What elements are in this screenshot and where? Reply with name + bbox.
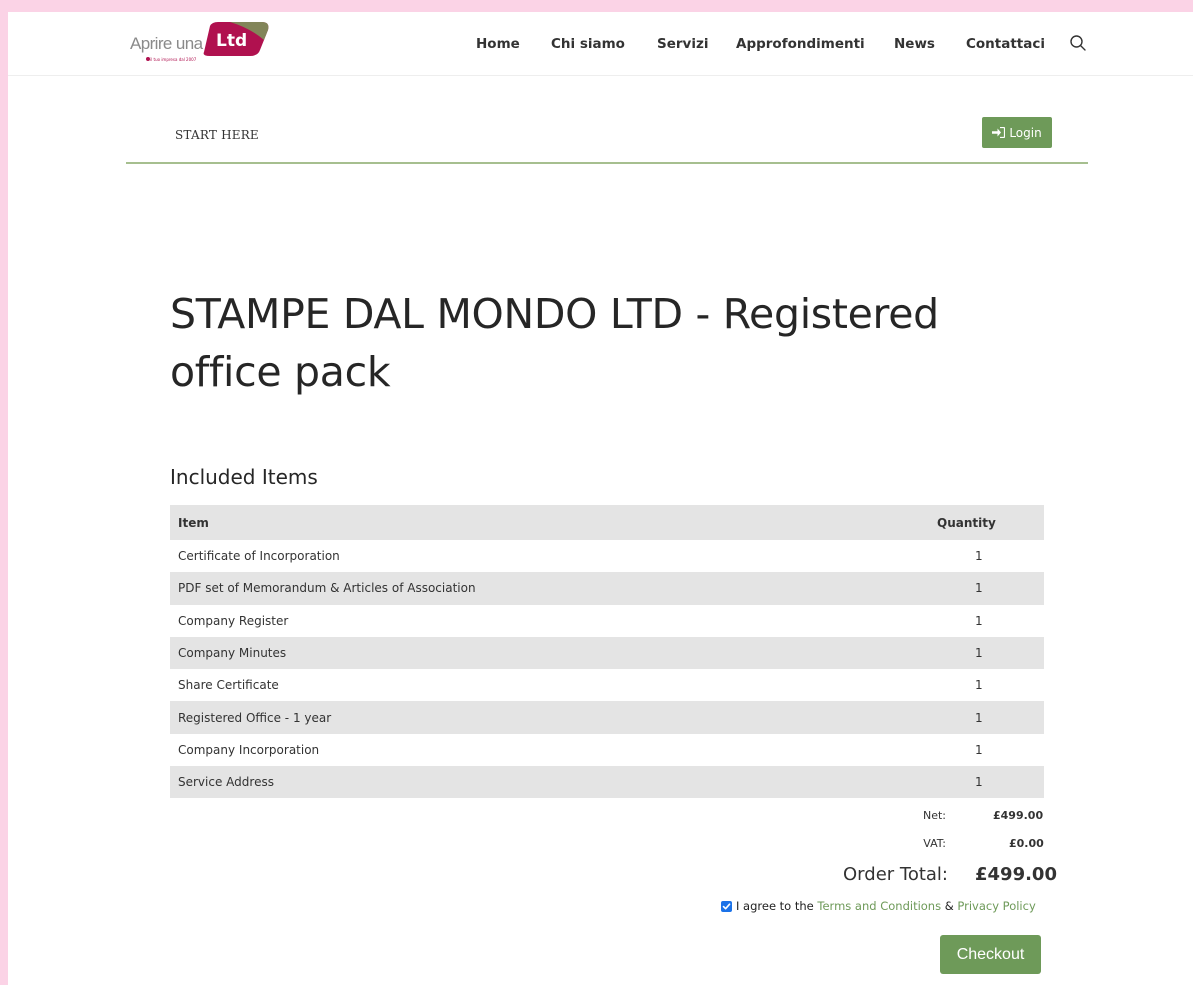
- item-quantity: 1: [914, 636, 1044, 670]
- table-row: Registered Office - 1 year 1: [170, 701, 1044, 734]
- column-header-item: Item: [170, 505, 914, 540]
- site-header: Aprire una Ltd il tuo impresa dal 2007 H…: [8, 12, 1193, 76]
- nav-servizi[interactable]: Servizi: [657, 36, 708, 52]
- sub-navbar: START HERE Login: [126, 116, 1088, 164]
- logo-tagline: il tuo impresa dal 2007: [150, 57, 197, 62]
- nav-approfondimenti[interactable]: Approfondimenti: [736, 36, 865, 52]
- agree-checkbox[interactable]: [721, 900, 732, 912]
- order-total-label: Order Total:: [843, 864, 948, 885]
- included-items-table: Item Quantity Certificate of Incorporati…: [170, 505, 1044, 799]
- main-nav: Home Chi siamo Servizi Approfondimenti N…: [8, 36, 1193, 56]
- table-row: Certificate of Incorporation 1: [170, 540, 1044, 573]
- vat-value: £0.00: [1009, 837, 1044, 850]
- item-name: Registered Office - 1 year: [170, 701, 914, 734]
- start-here-link[interactable]: START HERE: [175, 128, 259, 142]
- table-row: Company Incorporation 1: [170, 733, 1044, 767]
- item-name: Company Incorporation: [170, 733, 914, 767]
- checkout-button[interactable]: Checkout: [940, 935, 1041, 974]
- table-row: Share Certificate 1: [170, 669, 1044, 702]
- agree-joiner: &: [941, 899, 958, 913]
- page-title: STAMPE DAL MONDO LTD - Registered office…: [170, 290, 939, 396]
- item-quantity: 1: [914, 572, 1044, 605]
- order-total-value: £499.00: [975, 864, 1057, 885]
- page: Aprire una Ltd il tuo impresa dal 2007 H…: [8, 12, 1193, 985]
- item-name: Share Certificate: [170, 669, 914, 702]
- login-label: Login: [1009, 125, 1042, 140]
- item-quantity: 1: [914, 733, 1044, 767]
- nav-chi-siamo[interactable]: Chi siamo: [551, 36, 625, 52]
- table-row: Service Address 1: [170, 766, 1044, 799]
- table-row: Company Register 1: [170, 604, 1044, 637]
- checkmark-icon: [722, 902, 731, 909]
- agree-text: I agree to the: [736, 899, 818, 913]
- included-items-heading: Included Items: [170, 465, 318, 489]
- terms-link[interactable]: Terms and Conditions: [817, 899, 941, 913]
- item-name: PDF set of Memorandum & Articles of Asso…: [170, 572, 914, 605]
- item-name: Company Register: [170, 604, 914, 637]
- sign-in-icon: [992, 127, 1006, 138]
- item-quantity: 1: [914, 701, 1044, 734]
- terms-agreement: I agree to the Terms and Conditions & Pr…: [721, 899, 1036, 913]
- vat-label: VAT:: [923, 837, 946, 850]
- search-icon[interactable]: [1069, 34, 1087, 52]
- item-name: Certificate of Incorporation: [170, 540, 914, 573]
- login-button[interactable]: Login: [982, 117, 1052, 148]
- nav-home[interactable]: Home: [476, 36, 520, 52]
- item-name: Service Address: [170, 766, 914, 799]
- item-quantity: 1: [914, 766, 1044, 799]
- item-quantity: 1: [914, 669, 1044, 702]
- nav-contattaci[interactable]: Contattaci: [966, 36, 1045, 52]
- table-row: PDF set of Memorandum & Articles of Asso…: [170, 572, 1044, 605]
- nav-news[interactable]: News: [894, 36, 935, 52]
- item-quantity: 1: [914, 540, 1044, 573]
- item-quantity: 1: [914, 604, 1044, 637]
- privacy-link[interactable]: Privacy Policy: [957, 899, 1035, 913]
- table-row: Company Minutes 1: [170, 636, 1044, 670]
- column-header-quantity: Quantity: [914, 505, 1044, 540]
- net-label: Net:: [922, 809, 946, 822]
- item-name: Company Minutes: [170, 636, 914, 670]
- net-value: £499.00: [993, 809, 1044, 822]
- table-header-row: Item Quantity: [170, 505, 1044, 540]
